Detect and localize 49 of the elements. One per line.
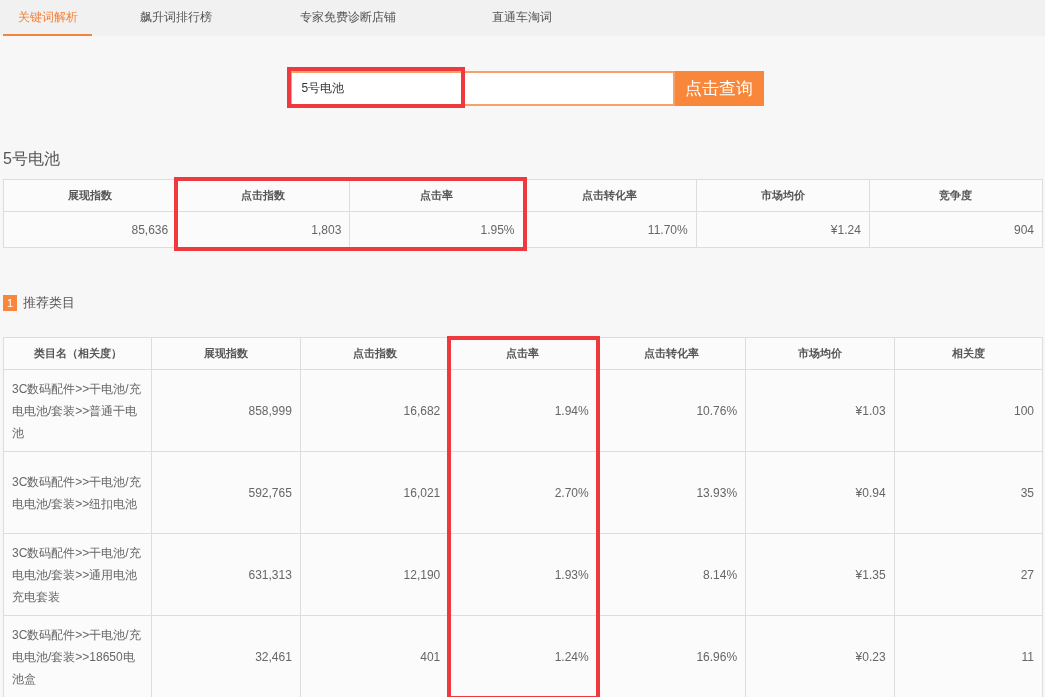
column-header: 点击转化率 — [597, 338, 747, 370]
table-cell: 1.24% — [449, 616, 598, 697]
table-cell: ¥1.24 — [696, 212, 870, 248]
column-header: 点击指数 — [177, 180, 351, 212]
tab[interactable]: 直通车淘词 — [456, 0, 587, 36]
table-cell: 10.76% — [597, 370, 747, 452]
column-header: 市场均价 — [696, 180, 870, 212]
table-cell: ¥1.03 — [746, 370, 895, 452]
table-cell: 1.94% — [449, 370, 598, 452]
section-title: 推荐类目 — [23, 294, 75, 312]
table-cell: 12,190 — [300, 534, 450, 616]
table-cell: 1.93% — [449, 534, 598, 616]
table-cell: 16,682 — [300, 370, 450, 452]
table-cell: 16,021 — [300, 452, 450, 534]
tab[interactable]: 飙升词排行榜 — [112, 0, 240, 36]
column-header: 市场均价 — [746, 338, 895, 370]
table-cell: 32,461 — [152, 616, 301, 697]
table-cell: ¥0.94 — [746, 452, 895, 534]
table-cell: 100 — [894, 370, 1043, 452]
table-cell: 8.14% — [597, 534, 747, 616]
table-cell: 401 — [300, 616, 450, 697]
section-number: 1 — [3, 295, 17, 311]
table-cell: 631,313 — [152, 534, 301, 616]
column-header: 类目名（相关度） — [4, 338, 153, 370]
column-header: 点击率 — [449, 338, 598, 370]
table-cell: 904 — [869, 212, 1043, 248]
table-cell: 11 — [894, 616, 1043, 697]
table-cell: 3C数码配件>>干电池/充电电池/套装>>通用电池充电套装 — [4, 534, 153, 616]
table-cell: ¥0.23 — [746, 616, 895, 697]
column-header: 点击率 — [350, 180, 524, 212]
table-cell: 27 — [894, 534, 1043, 616]
table-cell: 1,803 — [177, 212, 351, 248]
table-cell: 2.70% — [449, 452, 598, 534]
table-cell: 858,999 — [152, 370, 301, 452]
table-cell: 13.93% — [597, 452, 747, 534]
table-cell: 3C数码配件>>干电池/充电电池/套装>>普通干电池 — [4, 370, 153, 452]
keyword-title: 5号电池 — [3, 149, 61, 169]
table-cell: 1.95% — [350, 212, 524, 248]
table-cell: 35 — [894, 452, 1043, 534]
table-cell: 3C数码配件>>干电池/充电电池/套装>>纽扣电池 — [4, 452, 153, 534]
table-cell: 592,765 — [152, 452, 301, 534]
table-cell: 16.96% — [597, 616, 747, 697]
table-cell: ¥1.35 — [746, 534, 895, 616]
table-cell: 3C数码配件>>干电池/充电电池/套装>>18650电池盒 — [4, 616, 153, 697]
column-header: 竞争度 — [869, 180, 1043, 212]
column-header: 相关度 — [894, 338, 1043, 370]
column-header: 展现指数 — [152, 338, 301, 370]
column-header: 点击指数 — [300, 338, 450, 370]
tab[interactable]: 专家免费诊断店铺 — [278, 0, 418, 36]
